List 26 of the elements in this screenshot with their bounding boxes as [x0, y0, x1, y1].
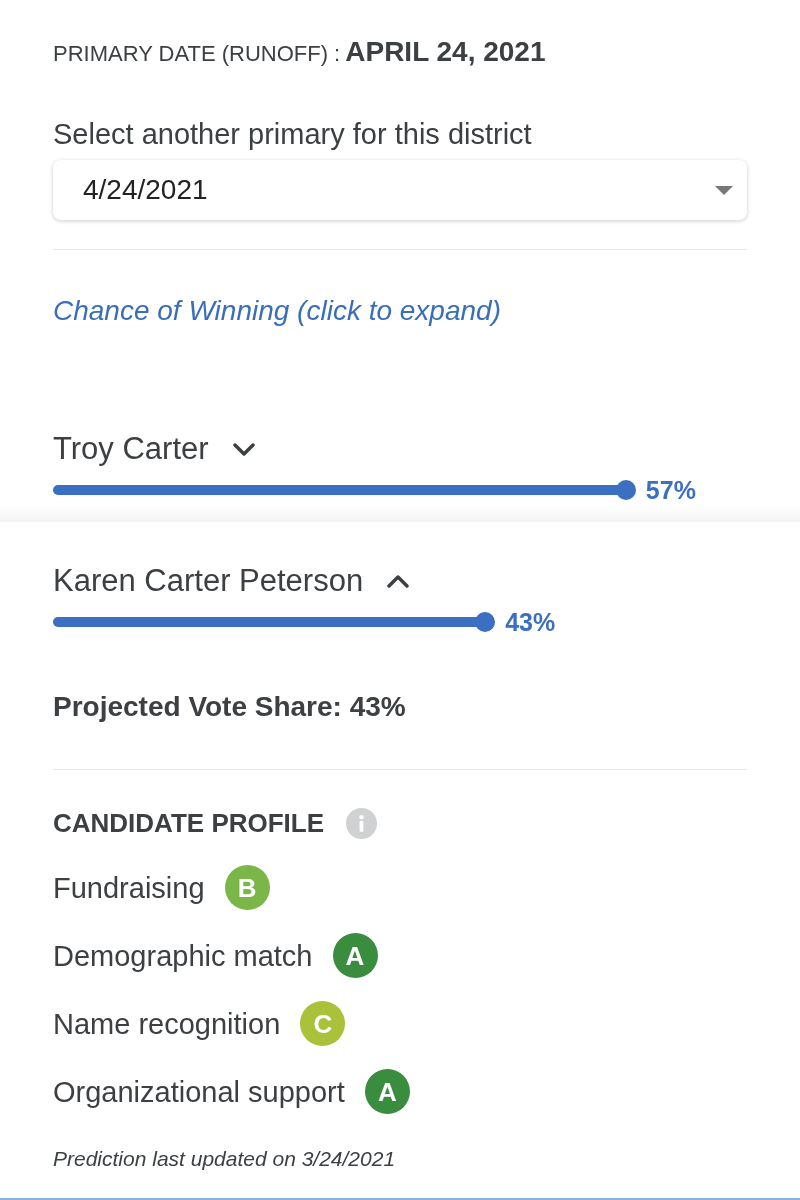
primary-date-label: PRIMARY DATE (RUNOFF) :	[53, 40, 341, 68]
profile-label: Organizational support	[53, 1074, 345, 1109]
dropdown-caret-icon	[715, 185, 733, 195]
progress-thumb-icon	[615, 480, 636, 500]
candidate-name-button[interactable]: Troy Carter	[53, 431, 255, 467]
primary-date-value: APRIL 24, 2021	[345, 36, 546, 68]
chance-of-winning-link[interactable]: Chance of Winning (click to expand)	[53, 295, 501, 327]
win-percentage: 43%	[505, 608, 556, 636]
grade-badge: A	[332, 933, 378, 978]
select-label: Select another primary for this district	[53, 118, 533, 150]
profile-label: Demographic match	[53, 938, 313, 973]
chevron-up-icon	[387, 574, 410, 588]
win-percentage: 57%	[645, 476, 696, 504]
candidate-name-button[interactable]: Karen Carter Peterson	[53, 563, 410, 599]
grade-badge: B	[224, 865, 270, 910]
primary-select[interactable]: 4/24/2021	[53, 160, 747, 220]
profile-label: Fundraising	[53, 870, 205, 905]
profile-label: Name recognition	[53, 1006, 281, 1041]
grade-badge: A	[364, 1069, 410, 1114]
progress-thumb-icon	[475, 612, 496, 632]
grade-badge: C	[300, 1001, 346, 1046]
update-note: Prediction last updated on 3/24/2021	[53, 1146, 397, 1172]
chevron-down-icon	[232, 442, 255, 456]
info-icon[interactable]	[346, 807, 378, 839]
section-heading: CANDIDATE PROFILE	[53, 807, 325, 839]
projected-vote-share: Projected Vote Share: 43%	[53, 691, 407, 723]
